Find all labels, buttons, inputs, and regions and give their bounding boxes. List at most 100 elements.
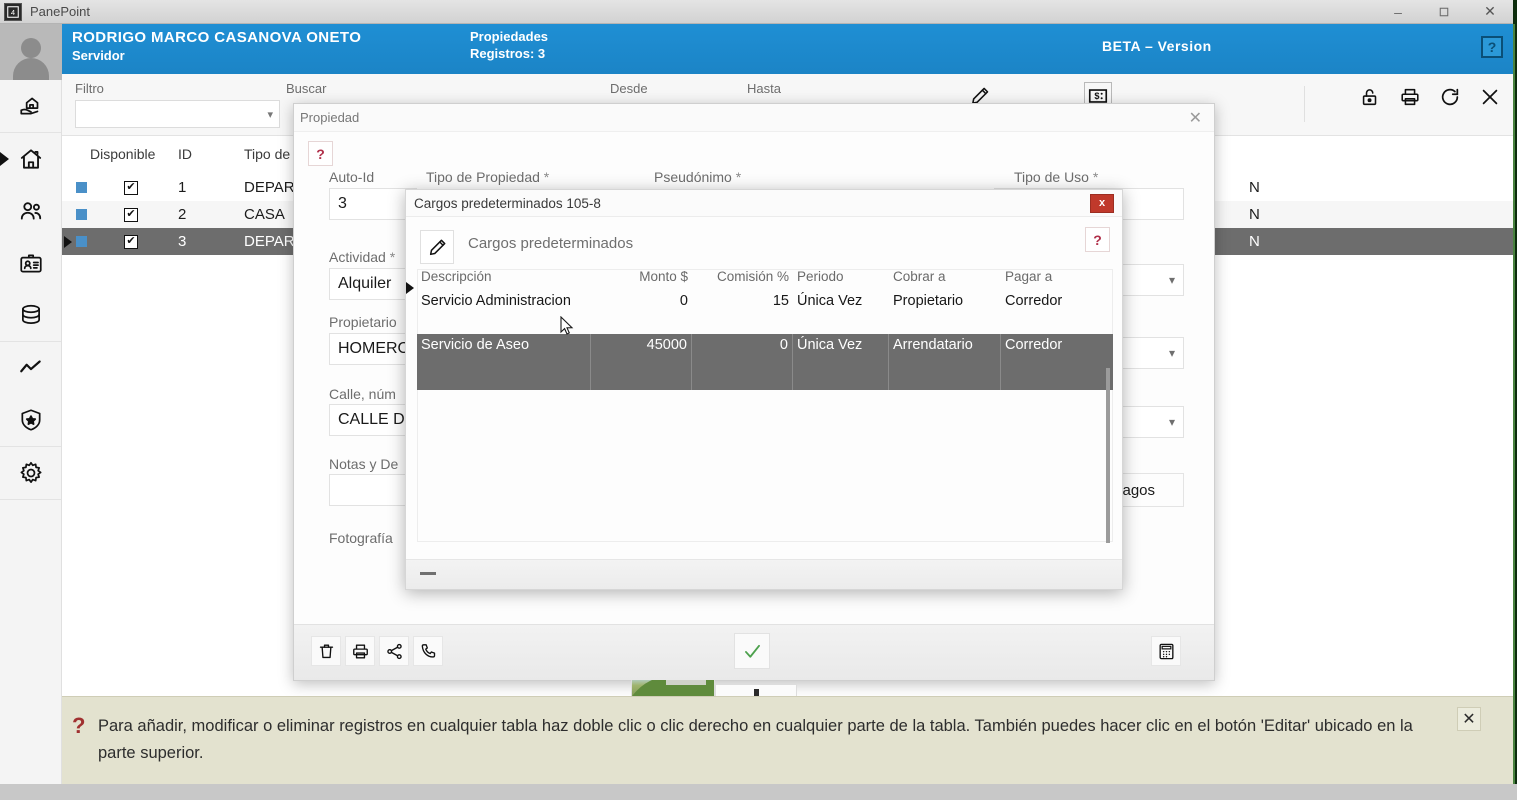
row-id: 1 — [178, 179, 187, 196]
refresh-icon — [1441, 88, 1459, 106]
col-periodo: Periodo — [797, 269, 844, 284]
propiedad-help-button[interactable]: ? — [308, 141, 333, 166]
cargos-dialog-close[interactable]: x — [1090, 193, 1114, 213]
propietario-label: Propietario — [329, 314, 397, 330]
sidebar-item-security[interactable] — [0, 394, 62, 446]
printer-icon — [1401, 88, 1419, 106]
cargos-table-header: Descripción Monto $ Comisión % Periodo C… — [417, 269, 1113, 291]
cell-descripcion: Servicio de Aseo — [417, 334, 591, 390]
help-bar-close[interactable]: ✕ — [1457, 707, 1481, 731]
svg-text:$: $ — [1094, 91, 1099, 101]
sidebar-item-home[interactable] — [0, 133, 62, 185]
cell-monto: 0 — [679, 293, 688, 309]
cargos-dialog-footer — [406, 559, 1122, 589]
col-monto: Monto $ — [639, 269, 688, 284]
sidebar-item-people[interactable] — [0, 185, 62, 237]
desde-label: Desde — [610, 81, 648, 96]
call-button[interactable] — [413, 636, 443, 666]
header-record-count: Registros: 3 — [470, 46, 546, 61]
check-icon — [744, 644, 760, 658]
close-button[interactable]: ✕ — [1467, 0, 1513, 24]
header-section-block: Propiedades Registros: 3 — [470, 29, 548, 61]
actividad-label: Actividad * — [329, 249, 396, 265]
avatar[interactable] — [0, 24, 62, 80]
col-descripcion: Descripción — [421, 269, 492, 284]
hand-house-icon — [20, 97, 39, 115]
sidebar-group-3 — [0, 342, 61, 447]
window-titlebar: 4 PanePoint – ✕ — [0, 0, 1513, 24]
minimize-icon[interactable] — [420, 572, 436, 575]
calculator-button[interactable] — [1151, 636, 1181, 666]
header-user-block: RODRIGO MARCO CASANOVA ONETO Servidor — [72, 29, 361, 63]
app-header: RODRIGO MARCO CASANOVA ONETO Servidor Pr… — [62, 24, 1513, 74]
row-checkbox[interactable]: ✔ — [124, 234, 138, 249]
app-icon: 4 — [4, 2, 22, 21]
cell-comision: 15 — [772, 293, 789, 309]
maximize-button[interactable] — [1421, 0, 1467, 24]
required-mark: * — [1092, 169, 1099, 185]
cell-cobrar-a: Arrendatario — [889, 334, 1001, 390]
cargos-row[interactable]: Servicio Administracion 0 15 Única Vez P… — [417, 291, 1113, 311]
database-icon — [22, 304, 40, 324]
home-icon — [20, 149, 42, 169]
row-tail: N — [1249, 179, 1260, 196]
help-text: Para añadir, modificar o eliminar regist… — [98, 717, 1413, 762]
mouse-cursor — [560, 315, 574, 336]
row-checkbox[interactable]: ✔ — [124, 180, 138, 195]
row-tipo: DEPAR — [244, 233, 295, 250]
cargos-edit-button[interactable] — [420, 230, 454, 264]
propiedad-dialog-close[interactable]: ✕ — [1183, 108, 1208, 128]
close-view-button[interactable] — [1475, 82, 1505, 112]
col-cobrar-a: Cobrar a — [893, 269, 946, 284]
sidebar-item-database[interactable] — [0, 289, 62, 341]
right-scrollbar[interactable] — [1513, 24, 1515, 800]
cargos-row-selected[interactable]: Servicio de Aseo 45000 0 Única Vez Arren… — [417, 334, 1113, 390]
sidebar-group-2 — [0, 133, 61, 342]
cargos-dialog: Cargos predeterminados 105-8 x Cargos pr… — [405, 189, 1123, 590]
window-controls: – ✕ — [1375, 0, 1513, 24]
row-id: 2 — [178, 206, 187, 223]
cargos-scrollbar[interactable] — [1106, 368, 1110, 543]
row-selection-marker — [64, 235, 72, 248]
fotografia-label: Fotografía — [329, 530, 393, 546]
column-tipo: Tipo de — [244, 146, 291, 162]
print-record-button[interactable] — [345, 636, 375, 666]
notas-label: Notas y De — [329, 456, 399, 472]
tipo-uso-label: Tipo de Uso * — [1014, 169, 1099, 185]
row-id: 3 — [178, 233, 187, 250]
cell-monto: 45000 — [591, 334, 692, 390]
confirm-button[interactable] — [734, 633, 770, 669]
sidebar-item-chart[interactable] — [0, 342, 62, 394]
cargos-dialog-title: Cargos predeterminados 105-8 — [414, 195, 601, 211]
sidebar-item-settings[interactable] — [0, 447, 62, 499]
cargos-help-button[interactable]: ? — [1085, 227, 1110, 252]
cargos-row-selection-marker — [406, 282, 414, 294]
auto-id-label: Auto-Id — [329, 169, 375, 185]
delete-record-button[interactable] — [311, 636, 341, 666]
header-user-name: RODRIGO MARCO CASANOVA ONETO — [72, 29, 362, 46]
sidebar-item-id-card[interactable] — [0, 237, 62, 289]
help-icon: ? — [72, 713, 86, 738]
gear-icon — [20, 461, 42, 483]
share-icon — [386, 643, 402, 659]
sidebar-item-hand-house[interactable] — [0, 80, 62, 132]
help-bar: ? Para añadir, modificar o eliminar regi… — [62, 696, 1513, 784]
row-checkbox[interactable]: ✔ — [124, 207, 138, 222]
cargos-subtitle: Cargos predeterminados — [468, 235, 634, 252]
header-help-button[interactable]: ? — [1481, 36, 1503, 58]
refresh-button[interactable] — [1435, 82, 1465, 112]
cell-pagar-a: Corredor — [1005, 293, 1063, 309]
svg-text:4: 4 — [11, 8, 15, 17]
minimize-button[interactable]: – — [1375, 0, 1421, 24]
id-card-icon — [20, 254, 42, 273]
availability-indicator — [76, 209, 87, 220]
trash-icon — [319, 643, 333, 658]
unlock-button[interactable] — [1355, 82, 1385, 112]
cell-cobrar-a: Propietario — [893, 293, 964, 309]
filtro-select[interactable]: ▾ — [75, 100, 280, 128]
share-record-button[interactable] — [379, 636, 409, 666]
sidebar-group-1 — [0, 80, 61, 133]
print-button[interactable] — [1395, 82, 1425, 112]
required-mark: * — [735, 169, 742, 185]
filtro-label: Filtro — [75, 81, 104, 96]
